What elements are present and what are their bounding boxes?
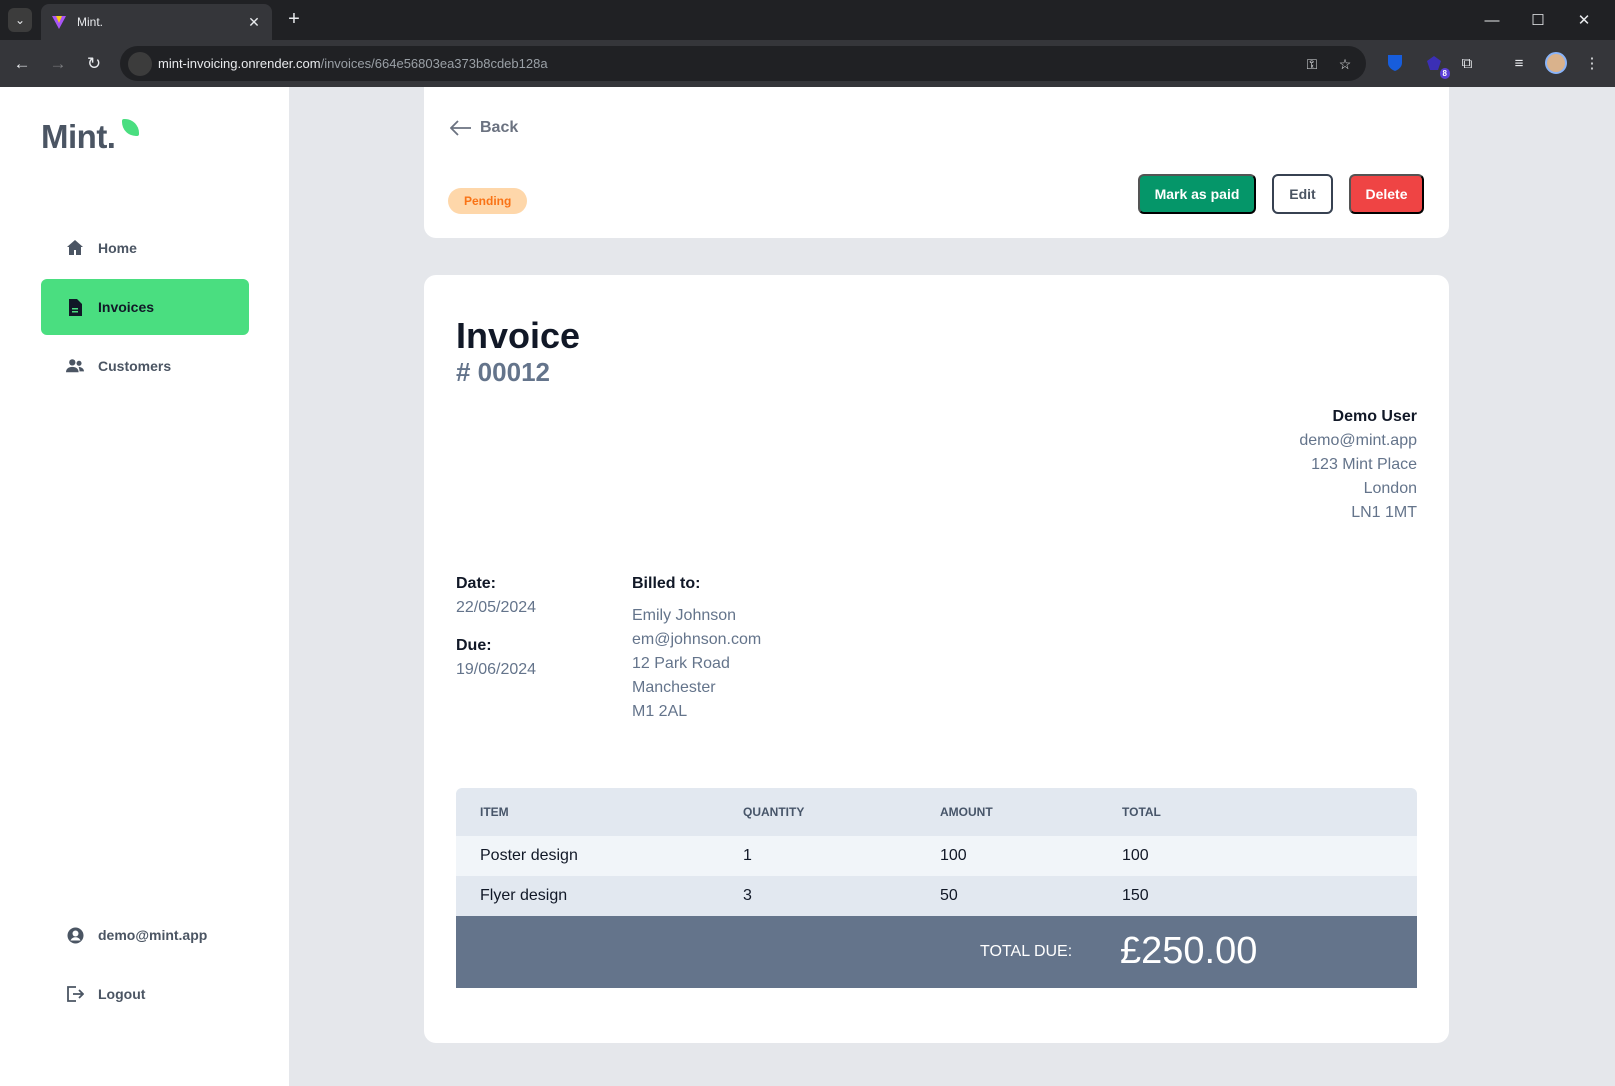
back-label: Back [480,119,519,136]
sidebar-item-label: Customers [98,358,172,374]
extension-badge: 8 [1439,68,1450,79]
forward-arrow-icon[interactable]: → [44,50,72,78]
sender-email: demo@mint.app [1299,432,1417,449]
table-row: Poster design 1 100 100 [456,836,1417,876]
sidebar-item-home[interactable]: Home [41,220,249,276]
reload-icon[interactable]: ↻ [80,50,108,78]
table-header: ITEM QUANTITY AMOUNT TOTAL [456,788,1417,836]
tab-title: Mint. [77,15,104,29]
user-circle-icon [66,926,84,944]
status-badge: Pending [448,188,528,214]
sender-name: Demo User [1332,408,1417,425]
bookmark-star-icon[interactable]: ☆ [1335,54,1355,74]
maximize-icon[interactable]: ☐ [1515,4,1561,36]
arrow-left-icon [450,120,471,136]
profile-avatar[interactable] [1545,52,1567,74]
invoice-number: # 00012 [456,357,550,387]
item-quantity: 1 [743,847,752,864]
sender-address: Demo User demo@mint.app 123 Mint Place L… [1299,405,1417,525]
close-window-icon[interactable]: ✕ [1561,4,1607,36]
extension-icon[interactable]: 8 [1423,52,1450,79]
sidebar: Mint. Home Invoices Customers demo@mint. [0,87,289,1086]
logo-leaf-icon [122,119,139,136]
back-arrow-icon[interactable]: ← [8,50,36,78]
customer-email: em@johnson.com [632,631,762,648]
billed-to-label: Billed to: [632,575,701,592]
customer-postcode: M1 2AL [632,703,688,720]
home-icon [66,239,84,257]
invoice-date: 22/05/2024 [456,599,537,616]
item-total: 100 [1122,847,1149,864]
customer-street: 12 Park Road [632,655,730,672]
new-tab-icon[interactable]: + [282,8,306,32]
invoice-dates: Date: 22/05/2024 Due: 19/06/2024 [456,572,536,682]
item-name: Poster design [480,847,578,864]
mark-as-paid-button[interactable]: Mark as paid [1138,174,1256,214]
billed-to: Billed to: Emily Johnson em@johnson.com … [632,572,761,724]
line-items-table: ITEM QUANTITY AMOUNT TOTAL Poster design… [456,788,1417,988]
password-key-icon[interactable]: ⚿ [1302,54,1322,74]
column-header-quantity: QUANTITY [743,805,805,819]
total-due-bar: TOTAL DUE: £250.00 [456,916,1417,988]
site-info-icon[interactable] [128,52,152,76]
sidebar-item-invoices[interactable]: Invoices [41,279,249,335]
url-path: /invoices/664e56803ea373b8cdeb128a [320,56,548,71]
sidebar-account[interactable]: demo@mint.app [41,907,249,963]
customer-city: Manchester [632,679,716,696]
bitwarden-extension-icon[interactable] [1384,52,1406,74]
invoice-title: Invoice [456,315,581,356]
sender-postcode: LN1 1MT [1351,504,1417,521]
total-due-amount: £250.00 [1120,930,1258,972]
browser-toolbar: ← → ↻ mint-invoicing.onrender.com/invoic… [0,40,1615,87]
logout-icon [66,985,84,1003]
url-text: mint-invoicing.onrender.com/invoices/664… [158,56,548,71]
vite-favicon-icon [52,16,66,29]
column-header-total: TOTAL [1122,805,1161,819]
account-email: demo@mint.app [98,927,208,943]
column-header-amount: AMOUNT [940,805,993,819]
sidebar-item-customers[interactable]: Customers [41,338,249,394]
customer-name: Emily Johnson [632,607,737,624]
due-label: Due: [456,637,492,654]
logout-label: Logout [98,986,146,1002]
date-label: Date: [456,575,497,592]
item-amount: 100 [940,847,967,864]
url-host: mint-invoicing.onrender.com [158,56,321,71]
item-name: Flyer design [480,887,568,904]
total-due-label: TOTAL DUE: [980,943,1073,960]
delete-button[interactable]: Delete [1349,174,1424,214]
minimize-icon[interactable]: — [1469,4,1515,36]
table-row: Flyer design 3 50 150 [456,876,1417,916]
logo: Mint. [41,118,116,155]
tab-search-icon[interactable]: ⌄ [8,8,32,32]
sidebar-logout[interactable]: Logout [41,966,249,1022]
users-icon [66,357,84,375]
reading-list-icon[interactable]: ≡ [1508,52,1530,74]
browser-tab[interactable]: Mint. ✕ [41,4,272,40]
invoice-actions-card: Back Pending Mark as paid Edit Delete [424,87,1449,238]
invoice-card: Invoice # 00012 Demo User demo@mint.app … [424,275,1449,1043]
back-link[interactable]: Back [450,119,518,137]
item-total: 150 [1122,887,1149,904]
tab-close-icon[interactable]: ✕ [246,14,262,31]
menu-dots-icon[interactable]: ⋮ [1581,52,1603,74]
browser-tabstrip: ⌄ Mint. ✕ + — ☐ ✕ [0,0,1615,40]
document-icon [66,298,84,316]
column-header-item: ITEM [480,805,509,819]
address-bar[interactable]: mint-invoicing.onrender.com/invoices/664… [120,46,1366,81]
app-viewport: Mint. Home Invoices Customers demo@mint. [0,87,1615,1086]
due-date: 19/06/2024 [456,661,537,678]
sidebar-item-label: Home [98,240,137,256]
sidebar-item-label: Invoices [98,299,155,315]
sender-street: 123 Mint Place [1311,456,1417,473]
item-amount: 50 [940,887,958,904]
sender-city: London [1363,480,1417,497]
item-quantity: 3 [743,887,752,904]
puzzle-extensions-icon[interactable]: ⧉ [1456,52,1478,74]
edit-button[interactable]: Edit [1272,174,1333,214]
